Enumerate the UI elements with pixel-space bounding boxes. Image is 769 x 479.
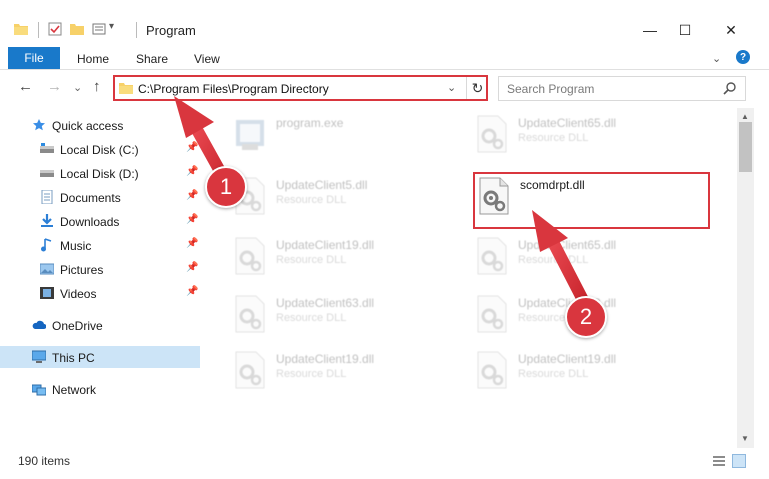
file-item[interactable]: UpdateClient19.dll Resource DLL [232, 234, 462, 284]
file-item[interactable]: UpdateClient65.dll Resource DLL [474, 234, 704, 284]
nav-item-onedrive[interactable]: OneDrive [0, 314, 200, 336]
window-title: Program [146, 23, 196, 38]
nav-item-documents[interactable]: Documents 📌 [0, 186, 200, 208]
properties-icon[interactable] [48, 22, 62, 36]
new-folder-icon[interactable] [70, 22, 84, 36]
tab-home[interactable]: Home [77, 52, 109, 66]
nav-item-local-disk-d[interactable]: Local Disk (D:) 📌 [0, 162, 200, 184]
cloud-icon [32, 320, 46, 329]
nav-item-downloads[interactable]: Downloads 📌 [0, 210, 200, 232]
dll-file-icon [479, 177, 509, 215]
address-path[interactable]: C:\Program Files\Program Directory [138, 82, 329, 96]
expand-ribbon-icon[interactable]: ⌄ [712, 52, 721, 65]
file-item[interactable]: UpdateClient65.dll Resource DLL [474, 112, 704, 162]
search-input[interactable] [507, 81, 717, 97]
folder-icon [14, 24, 28, 35]
nav-item-local-disk-c[interactable]: Local Disk (C:) 📌 [0, 138, 200, 160]
drive-icon [40, 170, 54, 177]
star-icon [33, 119, 45, 131]
dll-file-icon [235, 351, 265, 389]
forward-button[interactable]: → [47, 78, 62, 95]
pin-icon[interactable]: 📌 [186, 262, 198, 273]
help-icon[interactable]: ? [736, 50, 750, 64]
file-item[interactable]: UpdateClient5.dll Resource DLL [232, 174, 462, 224]
customize-toolbar-icon[interactable]: ▾ [109, 21, 114, 32]
step-badge-2: 2 [565, 296, 607, 338]
refresh-button[interactable]: ↻ [466, 77, 488, 100]
scrollbar-thumb[interactable] [739, 122, 752, 172]
dll-file-icon [235, 295, 265, 333]
address-bar[interactable]: C:\Program Files\Program Directory ⌄ ↻ [113, 76, 488, 101]
item-count: 190 items [18, 454, 71, 468]
pictures-icon [40, 263, 54, 275]
address-row: ← → ⌄ ↑ C:\Program Files\Program Directo… [0, 72, 769, 104]
pin-icon[interactable]: 📌 [186, 238, 198, 249]
videos-icon [40, 287, 54, 299]
dll-file-icon [235, 237, 265, 275]
nav-item-this-pc[interactable]: This PC [0, 346, 200, 368]
dll-file-icon [477, 237, 507, 275]
pin-icon[interactable]: 📌 [186, 142, 198, 153]
music-icon [41, 238, 52, 252]
folder-icon [119, 83, 133, 94]
nav-item-music[interactable]: Music 📌 [0, 234, 200, 256]
nav-item-pictures[interactable]: Pictures 📌 [0, 258, 200, 280]
recent-locations-icon[interactable]: ⌄ [73, 81, 82, 94]
dll-file-icon [477, 295, 507, 333]
step-badge-1: 1 [205, 166, 247, 208]
documents-icon [41, 190, 53, 204]
network-icon [32, 384, 46, 396]
file-item[interactable]: UpdateClient19.dll Resource DLL [474, 348, 704, 398]
maximize-button[interactable]: ☐ [662, 16, 708, 44]
view-options-icon[interactable] [92, 22, 106, 36]
file-item[interactable]: program.exe [232, 112, 462, 162]
tab-view[interactable]: View [194, 52, 220, 66]
file-item[interactable]: UpdateClient19.dll Resource DLL [232, 348, 462, 398]
nav-item-network[interactable]: Network [0, 378, 200, 400]
nav-item-videos[interactable]: Videos 📌 [0, 282, 200, 304]
scroll-down-icon[interactable]: ▼ [741, 434, 749, 443]
exe-file-icon [236, 120, 264, 150]
tab-share[interactable]: Share [136, 52, 168, 66]
close-button[interactable]: ✕ [708, 16, 754, 44]
address-dropdown-icon[interactable]: ⌄ [447, 81, 456, 94]
pin-icon[interactable]: 📌 [186, 214, 198, 225]
large-icons-view-icon[interactable] [732, 454, 746, 468]
dll-file-icon [477, 351, 507, 389]
file-item[interactable]: UpdateClient63.dll Resource DLL [232, 292, 462, 342]
details-view-icon[interactable] [712, 454, 726, 468]
back-button[interactable]: ← [18, 78, 33, 95]
nav-item-quick-access[interactable]: Quick access [0, 114, 200, 136]
search-icon[interactable] [723, 81, 737, 95]
status-bar: 190 items [0, 450, 769, 472]
pin-icon[interactable]: 📌 [186, 166, 198, 177]
download-icon [41, 214, 53, 227]
navigation-pane: Quick access Local Disk (C:) 📌 Local Dis… [0, 108, 205, 448]
refresh-icon: ↻ [471, 80, 484, 96]
scroll-up-icon[interactable]: ▲ [741, 112, 749, 121]
search-box[interactable] [498, 76, 746, 101]
pin-icon[interactable]: 📌 [186, 286, 198, 297]
title-bar: ▾ Program — ☐ ✕ [0, 0, 769, 42]
vertical-scrollbar[interactable]: ▲ ▼ [737, 108, 754, 448]
up-button[interactable]: ↑ [93, 78, 101, 95]
computer-icon [32, 350, 46, 363]
drive-icon [40, 143, 54, 153]
tab-file[interactable]: File [8, 47, 60, 69]
pin-icon[interactable]: 📌 [186, 190, 198, 201]
ribbon-tabs: File Home Share View ⌄ ? [0, 44, 769, 70]
dll-file-icon [477, 115, 507, 153]
file-item-scomdrpt[interactable]: scomdrpt.dll [476, 174, 706, 224]
file-list: program.exe UpdateClient65.dll Resource … [206, 108, 737, 448]
